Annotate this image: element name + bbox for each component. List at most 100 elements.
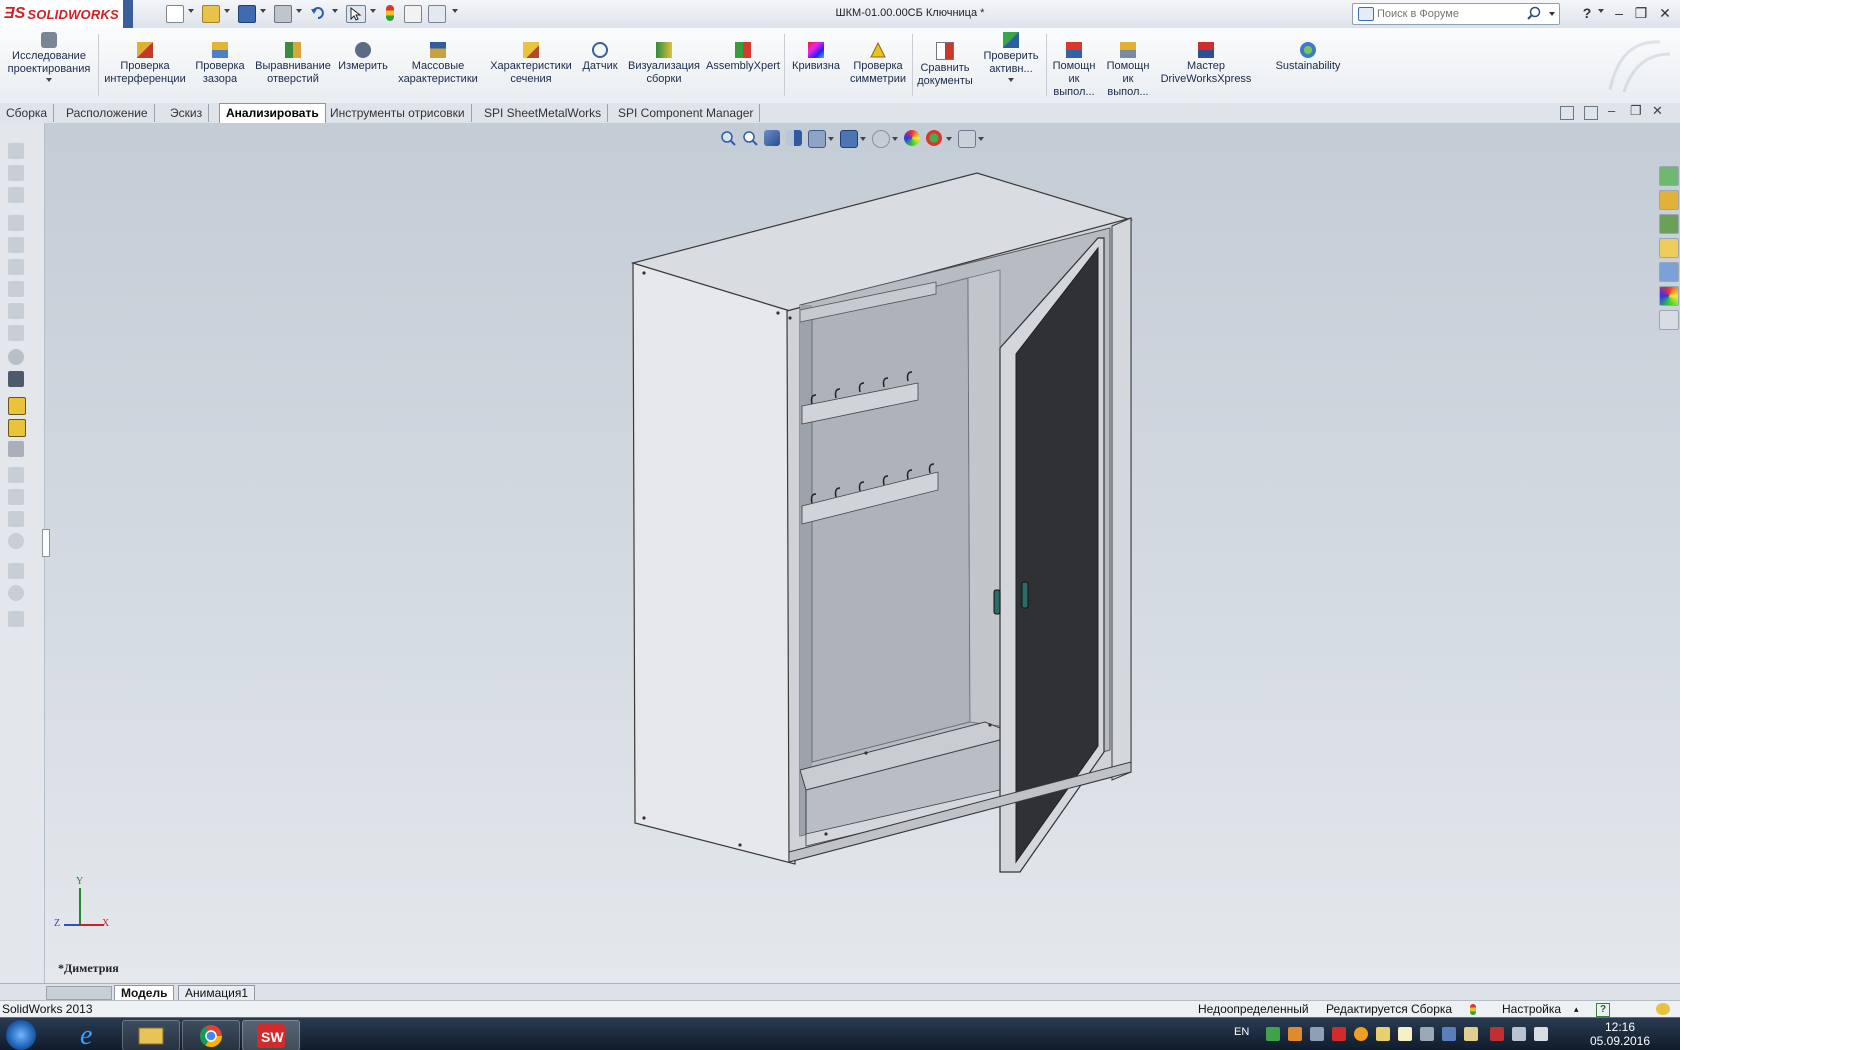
zoom-to-area-icon[interactable] xyxy=(742,130,758,146)
symmetry-check-button[interactable]: Проверка симметрии xyxy=(846,42,910,86)
tool-icon[interactable] xyxy=(8,489,24,505)
assembly-visualization-button[interactable]: Визуализация сборки xyxy=(624,42,704,86)
display-style-icon[interactable] xyxy=(840,130,858,148)
internet-explorer-icon[interactable]: e xyxy=(62,1020,118,1049)
performance-evaluation-button-1[interactable]: Помощн ик выпол... xyxy=(1048,42,1100,99)
tool-icon[interactable] xyxy=(8,143,24,159)
tool-icon[interactable] xyxy=(8,349,24,365)
zoom-to-fit-icon[interactable] xyxy=(720,130,736,146)
file-explorer-taskbar-icon[interactable] xyxy=(122,1020,180,1050)
action-center-icon[interactable] xyxy=(1490,1027,1504,1041)
apply-scene-icon[interactable] xyxy=(926,130,942,146)
rebuild-status-icon[interactable] xyxy=(1470,1004,1476,1015)
search-dropdown-icon[interactable] xyxy=(1549,12,1555,16)
tool-icon[interactable] xyxy=(8,397,26,415)
tool-icon[interactable] xyxy=(8,371,24,387)
tray-icon[interactable] xyxy=(1266,1027,1280,1041)
design-study-button[interactable]: Исследование проектирования xyxy=(4,32,94,82)
start-button[interactable] xyxy=(6,1020,36,1050)
undo-dropdown-icon[interactable] xyxy=(332,9,338,13)
view-settings-dropdown-icon[interactable] xyxy=(978,137,984,141)
tool-icon[interactable] xyxy=(8,259,24,275)
print-dropdown-icon[interactable] xyxy=(296,9,302,13)
cabinet-model[interactable] xyxy=(0,123,1680,983)
minimize-icon[interactable]: – xyxy=(1610,4,1628,22)
clearance-check-button[interactable]: Проверка зазора xyxy=(190,42,250,86)
print-icon[interactable] xyxy=(274,5,292,23)
input-language[interactable]: EN xyxy=(1234,1026,1249,1038)
solidworks-menu-button[interactable]: ƎS SOLIDWORKS xyxy=(0,0,133,28)
solidworks-taskbar-icon[interactable]: SW xyxy=(242,1020,300,1050)
tool-icon[interactable] xyxy=(8,467,24,483)
tab-sketch[interactable]: Эскиз xyxy=(164,104,210,122)
tool-icon[interactable] xyxy=(8,563,24,579)
tool-icon[interactable] xyxy=(8,165,24,181)
tool-icon[interactable] xyxy=(8,441,24,457)
tray-icon[interactable] xyxy=(1376,1027,1390,1041)
measure-button[interactable]: Измерить xyxy=(334,42,392,73)
custom-properties-icon[interactable] xyxy=(1659,310,1679,330)
open-dropdown-icon[interactable] xyxy=(224,9,230,13)
view-orientation-icon[interactable] xyxy=(808,130,826,148)
select-icon[interactable] xyxy=(346,5,366,23)
doc-close-icon[interactable]: ✕ xyxy=(1652,103,1663,119)
tool-icon[interactable] xyxy=(8,585,24,601)
file-properties-icon[interactable] xyxy=(404,5,422,23)
save-dropdown-icon[interactable] xyxy=(260,9,266,13)
tab-layout[interactable]: Расположение xyxy=(60,104,155,122)
tool-icon[interactable] xyxy=(8,511,24,527)
tray-icon[interactable] xyxy=(1332,1027,1346,1041)
status-help-icon[interactable]: ? xyxy=(1596,1003,1610,1017)
menu-flyout-arrow-icon[interactable] xyxy=(123,0,133,28)
forum-search-box[interactable] xyxy=(1352,3,1560,25)
system-clock[interactable]: 12:16 05.09.2016 xyxy=(1568,1020,1672,1048)
rebuild-icon[interactable] xyxy=(386,5,394,21)
hide-show-dropdown-icon[interactable] xyxy=(892,137,898,141)
undo-icon[interactable] xyxy=(310,5,326,21)
tool-icon[interactable] xyxy=(8,611,24,627)
check-active-document-button[interactable]: Проверить активн... xyxy=(976,32,1046,82)
driveworksxpress-button[interactable]: Мастер DriveWorksXpress xyxy=(1156,42,1256,86)
tab-spi-sheetmetalworks[interactable]: SPI SheetMetalWorks xyxy=(478,104,609,122)
tray-icon[interactable] xyxy=(1354,1027,1368,1041)
appearances-icon[interactable] xyxy=(1659,286,1679,306)
volume-icon[interactable] xyxy=(1534,1027,1548,1041)
view-palette-icon[interactable] xyxy=(1659,262,1679,282)
forum-search-input[interactable] xyxy=(1377,6,1527,21)
help-dropdown-icon[interactable] xyxy=(1598,9,1604,13)
interference-check-button[interactable]: Проверка интерференции xyxy=(102,42,188,86)
tool-icon[interactable] xyxy=(8,419,26,437)
customize-menu[interactable]: Настройка xyxy=(1502,1001,1561,1018)
options-dropdown-icon[interactable] xyxy=(452,9,458,13)
help-button[interactable]: ? xyxy=(1578,4,1596,22)
previous-view-icon[interactable] xyxy=(764,130,780,146)
solidworks-resources-icon[interactable] xyxy=(1659,166,1679,186)
design-library-icon[interactable] xyxy=(1659,214,1679,234)
tab-assembly[interactable]: Сборка xyxy=(0,104,55,122)
check-active-dropdown-icon[interactable] xyxy=(1008,78,1014,82)
doc-restore-icon[interactable]: ❐ xyxy=(1630,103,1642,119)
tray-icon[interactable] xyxy=(1442,1027,1456,1041)
options-icon[interactable] xyxy=(428,5,446,23)
sensor-button[interactable]: Датчик xyxy=(576,42,624,73)
view-orientation-dropdown-icon[interactable] xyxy=(828,137,834,141)
tab-scroll-arrows[interactable] xyxy=(46,986,112,1000)
tool-icon[interactable] xyxy=(8,187,24,203)
doc-minimize-icon[interactable]: – xyxy=(1608,103,1615,118)
curvature-button[interactable]: Кривизна xyxy=(786,42,846,73)
tool-icon[interactable] xyxy=(8,533,24,549)
save-icon[interactable] xyxy=(238,5,256,23)
hole-alignment-button[interactable]: Выравнивание отверстий xyxy=(252,42,334,86)
mass-properties-button[interactable]: Массовые характеристики xyxy=(392,42,484,86)
tag-icon[interactable] xyxy=(1656,1003,1670,1015)
open-folder-icon[interactable] xyxy=(202,5,220,23)
assemblyxpert-button[interactable]: AssemblyXpert xyxy=(704,42,782,73)
sustainability-button[interactable]: Sustainability xyxy=(1266,42,1350,73)
section-view-icon[interactable] xyxy=(786,130,802,146)
panel-collapse-handle[interactable] xyxy=(42,529,50,557)
design-study-dropdown-icon[interactable] xyxy=(46,78,52,82)
new-document-icon[interactable] xyxy=(166,5,184,23)
tool-icon[interactable] xyxy=(8,325,24,341)
tool-icon[interactable] xyxy=(8,281,24,297)
section-properties-button[interactable]: Характеристики сечения xyxy=(486,42,576,86)
